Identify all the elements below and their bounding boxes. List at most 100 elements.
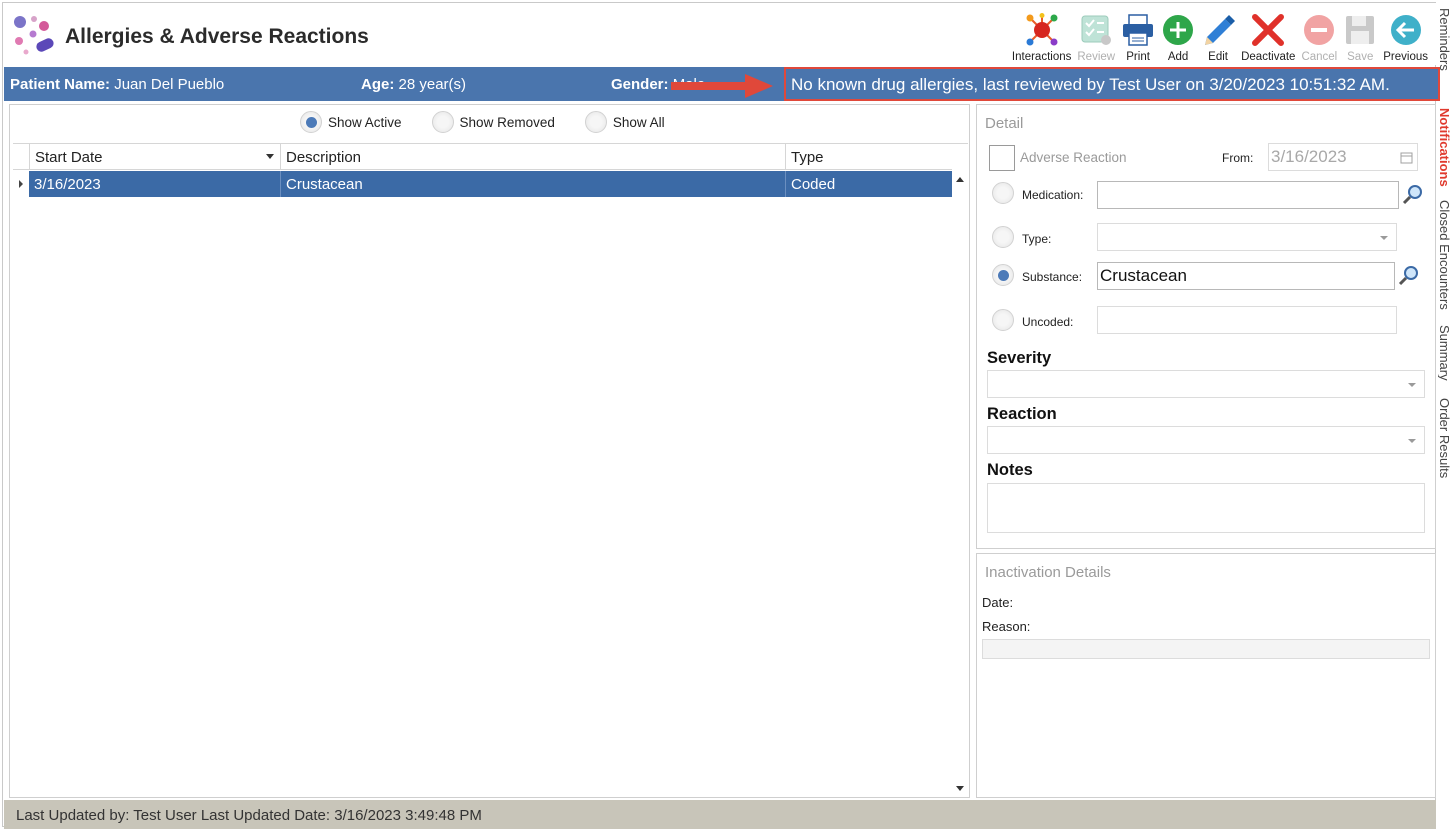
- scroll-down-icon[interactable]: [956, 786, 964, 791]
- interactions-label: Interactions: [1011, 51, 1072, 63]
- substance-radio[interactable]: [992, 264, 1014, 286]
- type-dropdown[interactable]: [1097, 223, 1397, 251]
- side-tabs: Reminders Notifications Closed Encounter…: [1438, 0, 1450, 829]
- printer-icon: [1121, 13, 1155, 47]
- minus-circle-icon: [1302, 13, 1336, 47]
- side-tab-notifications[interactable]: Notifications: [1438, 108, 1450, 187]
- chevron-down-icon: [1408, 439, 1416, 443]
- current-row-indicator-icon: [19, 180, 23, 188]
- review-label: Review: [1077, 51, 1116, 63]
- type-label: Type:: [1022, 232, 1052, 246]
- column-header-type[interactable]: Type: [785, 144, 952, 170]
- chevron-down-icon: [1380, 236, 1388, 240]
- save-button[interactable]: Save: [1340, 7, 1380, 63]
- medication-input[interactable]: [1097, 181, 1399, 209]
- filter-show-active[interactable]: Show Active: [300, 111, 402, 133]
- filter-label: Show Removed: [459, 114, 555, 130]
- allergy-list-panel: Show Active Show Removed Show All Start …: [9, 104, 970, 798]
- medication-search-icon[interactable]: [1402, 183, 1424, 205]
- deactivate-label: Deactivate: [1241, 51, 1296, 63]
- inactivation-date-label: Date:: [982, 595, 1014, 610]
- edit-label: Edit: [1208, 51, 1228, 63]
- edit-button[interactable]: Edit: [1198, 7, 1238, 63]
- adverse-reaction-checkbox[interactable]: [989, 145, 1015, 171]
- substance-search-icon[interactable]: [1398, 264, 1420, 286]
- grid-header: Start Date Description Type: [13, 144, 952, 170]
- column-header-description[interactable]: Description: [280, 144, 785, 170]
- plus-circle-icon: [1161, 13, 1195, 47]
- allergy-review-alert: No known drug allergies, last reviewed b…: [784, 67, 1440, 101]
- cancel-label: Cancel: [1301, 51, 1338, 63]
- column-header-label: Start Date: [35, 149, 103, 166]
- print-label: Print: [1126, 51, 1150, 63]
- inactivation-reason-field: [982, 639, 1430, 659]
- side-tab-order-results[interactable]: Order Results: [1438, 398, 1450, 478]
- review-button[interactable]: Review: [1074, 7, 1118, 63]
- type-radio[interactable]: [992, 226, 1014, 248]
- filter-label: Show All: [612, 114, 665, 130]
- substance-input[interactable]: Crustacean: [1097, 262, 1395, 290]
- inactivation-section-title: Inactivation Details: [985, 564, 1111, 581]
- chevron-down-icon: [1408, 383, 1416, 387]
- pills-logo-icon: [14, 16, 54, 55]
- filter-show-all[interactable]: Show All: [584, 111, 665, 133]
- substance-label: Substance:: [1022, 270, 1083, 284]
- reaction-heading: Reaction: [987, 405, 1057, 423]
- uncoded-label: Uncoded:: [1022, 315, 1074, 329]
- side-tab-reminders[interactable]: Reminders: [1438, 8, 1450, 71]
- radio-icon: [431, 111, 454, 133]
- status-filter: Show Active Show Removed Show All: [300, 111, 665, 133]
- add-label: Add: [1167, 51, 1189, 63]
- adverse-reaction-label: Adverse Reaction: [1020, 150, 1127, 165]
- scroll-up-icon[interactable]: [956, 177, 964, 182]
- calendar-icon[interactable]: [1400, 151, 1413, 164]
- cell-start-date: 3/16/2023: [34, 176, 101, 193]
- previous-button[interactable]: Previous: [1380, 7, 1431, 63]
- deactivate-button[interactable]: Deactivate: [1238, 7, 1298, 63]
- patient-name-label: Patient Name:: [10, 76, 111, 93]
- grid-vertical-scrollbar[interactable]: [952, 171, 968, 795]
- cell-type: Coded: [785, 171, 952, 197]
- severity-heading: Severity: [987, 349, 1052, 367]
- side-tab-summary[interactable]: Summary: [1438, 325, 1450, 381]
- uncoded-input[interactable]: [1097, 306, 1397, 334]
- status-footer: Last Updated by: Test User Last Updated …: [4, 800, 1436, 829]
- table-row[interactable]: 3/16/2023 Crustacean Coded: [29, 171, 952, 197]
- floppy-disk-icon: [1343, 13, 1377, 47]
- column-header-start-date[interactable]: Start Date: [29, 144, 280, 170]
- cell-description: Crustacean: [280, 171, 785, 197]
- notes-textarea[interactable]: [987, 483, 1425, 533]
- patient-age-label: Age:: [361, 76, 395, 93]
- back-arrow-icon: [1389, 13, 1423, 47]
- cancel-button[interactable]: Cancel: [1298, 7, 1340, 63]
- filter-show-removed[interactable]: Show Removed: [431, 111, 555, 133]
- severity-dropdown[interactable]: [987, 370, 1425, 398]
- red-arrow-annotation: [671, 74, 773, 98]
- previous-label: Previous: [1383, 51, 1428, 63]
- red-x-icon: [1251, 13, 1285, 47]
- side-tab-closed-encounters[interactable]: Closed Encounters: [1438, 200, 1450, 310]
- allergy-grid: Start Date Description Type 3/16/2023 Cr…: [13, 143, 968, 795]
- add-button[interactable]: Add: [1158, 7, 1198, 63]
- medication-label: Medication:: [1022, 188, 1084, 202]
- reaction-dropdown[interactable]: [987, 426, 1425, 454]
- from-date-picker[interactable]: 3/16/2023: [1268, 143, 1418, 171]
- alert-message: No known drug allergies, last reviewed b…: [791, 75, 1390, 94]
- patient-gender-label: Gender:: [611, 76, 669, 93]
- from-date-label: From:: [1222, 151, 1254, 165]
- app-window: Allergies & Adverse Reactions Interactio…: [2, 2, 1440, 829]
- page-title: Allergies & Adverse Reactions: [65, 25, 369, 48]
- uncoded-radio[interactable]: [992, 309, 1014, 331]
- print-button[interactable]: Print: [1118, 7, 1158, 63]
- sort-desc-icon: [266, 154, 274, 159]
- interactions-button[interactable]: Interactions: [1009, 7, 1074, 63]
- review-icon: [1079, 13, 1113, 47]
- medication-radio[interactable]: [992, 182, 1014, 204]
- inactivation-reason-label: Reason:: [982, 619, 1031, 634]
- save-label: Save: [1347, 51, 1374, 63]
- patient-age-value: 28 year(s): [398, 76, 467, 93]
- from-date-value: 3/16/2023: [1271, 147, 1347, 166]
- column-header-label: Type: [791, 149, 824, 166]
- filter-label: Show Active: [328, 114, 402, 130]
- patient-name: Patient Name: Juan Del Pueblo: [10, 76, 224, 93]
